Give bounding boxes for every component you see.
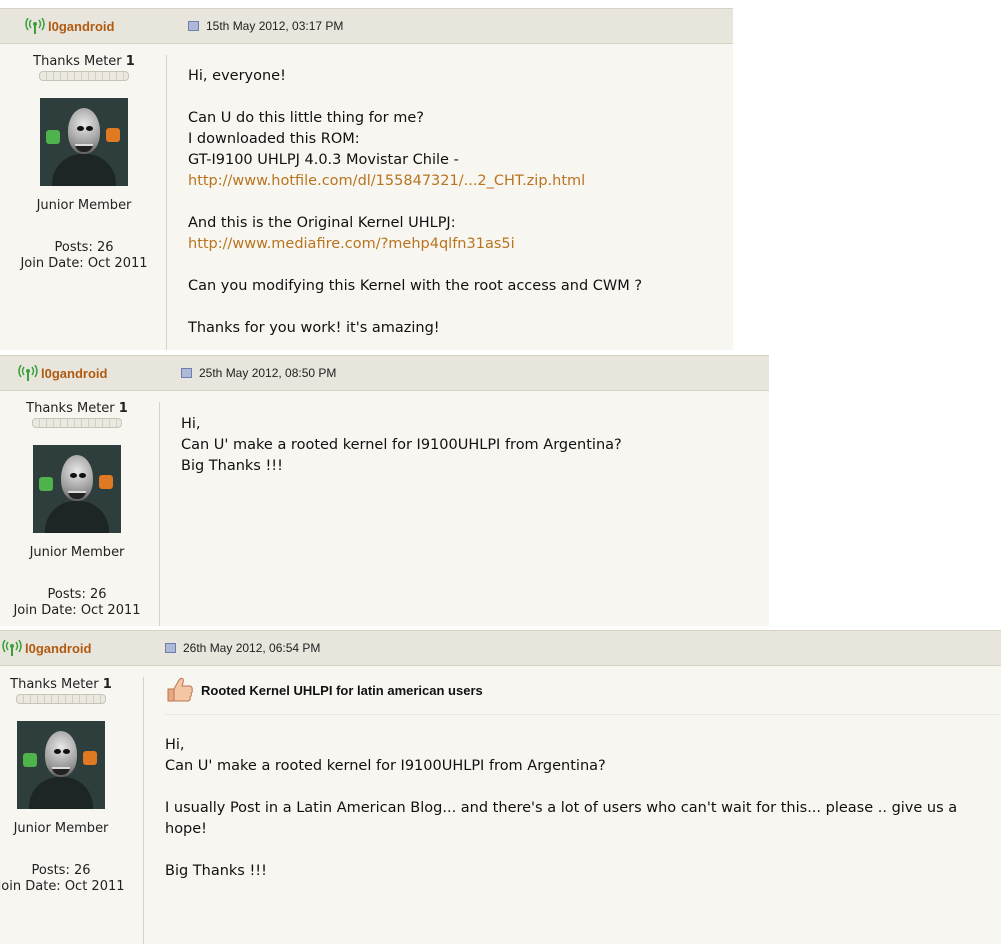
post-text: GT-I9100 UHLPJ 4.0.3 Movistar Chile -	[188, 152, 459, 168]
user-role: Junior Member	[13, 821, 109, 836]
post-date: 26th May 2012, 06:54 PM	[165, 641, 320, 655]
post-text: Can U' make a rooted kernel for I9100UHL…	[181, 437, 622, 453]
avatar[interactable]	[33, 445, 121, 533]
join-date: Join Date: Oct 2011	[20, 256, 148, 271]
username-link[interactable]: l0gandroid	[41, 366, 107, 381]
post-date-text: 26th May 2012, 06:54 PM	[183, 641, 321, 655]
thanks-count: 1	[118, 401, 128, 416]
username-block: l0gandroid	[2, 640, 91, 656]
join-date: Join Date: Oct 2011	[0, 879, 125, 894]
thanks-label: Thanks Meter	[33, 54, 122, 69]
user-role: Junior Member	[29, 545, 125, 560]
username-link[interactable]: l0gandroid	[48, 19, 114, 34]
post-date-text: 25th May 2012, 08:50 PM	[199, 366, 337, 380]
user-stats: Posts: 26 Join Date: Oct 2011	[0, 587, 155, 619]
post-icon	[165, 643, 176, 653]
username-block: l0gandroid	[18, 365, 107, 381]
post-count: Posts: 26	[47, 587, 107, 602]
user-stats: Posts: 26 Join Date: Oct 2011	[6, 240, 162, 272]
post-header: l0gandroid 25th May 2012, 08:50 PM	[0, 355, 769, 391]
divider	[143, 677, 144, 944]
thanks-meter-bar	[32, 418, 122, 428]
forum-post: l0gandroid 26th May 2012, 06:54 PM Thank…	[0, 630, 1001, 944]
username-block: l0gandroid	[25, 18, 114, 34]
post-text: Big Thanks !!!	[181, 458, 283, 474]
post-text: I downloaded this ROM:	[188, 131, 360, 147]
thanks-meter: Thanks Meter 1	[0, 677, 139, 692]
thanks-label: Thanks Meter	[10, 677, 99, 692]
username-link[interactable]: l0gandroid	[25, 641, 91, 656]
post-header: l0gandroid 26th May 2012, 06:54 PM	[0, 630, 1001, 666]
online-status-icon	[18, 365, 38, 381]
thumbs-up-icon	[167, 677, 193, 702]
post-text: Hi, everyone!	[188, 68, 286, 84]
user-role: Junior Member	[36, 198, 132, 213]
post-text: Big Thanks !!!	[165, 863, 267, 879]
post-text: Hi,	[181, 416, 201, 432]
post-text: Can U do this little thing for me?	[188, 110, 424, 126]
kernel-link[interactable]: http://www.mediafire.com/?mehp4qlfn31as5…	[188, 236, 515, 252]
forum-post: l0gandroid 15th May 2012, 03:17 PM Thank…	[0, 8, 733, 350]
join-date: Join Date: Oct 2011	[13, 603, 141, 618]
user-info-panel: Thanks Meter 1 Junior Member Posts: 26 Jo…	[0, 677, 139, 895]
title-divider	[165, 714, 1001, 715]
avatar[interactable]	[40, 98, 128, 186]
thanks-meter: Thanks Meter 1	[6, 54, 162, 69]
thanks-meter: Thanks Meter 1	[0, 401, 155, 416]
thanks-meter-bar	[39, 71, 129, 81]
online-status-icon	[2, 640, 22, 656]
post-header: l0gandroid 15th May 2012, 03:17 PM	[0, 8, 733, 44]
forum-post: l0gandroid 25th May 2012, 08:50 PM Thank…	[0, 355, 769, 626]
post-body: Hi, everyone! Can U do this little thing…	[188, 66, 642, 339]
post-text: Can you modifying this Kernel with the r…	[188, 278, 643, 294]
user-info-panel: Thanks Meter 1 Junior Member Posts: 26 Jo…	[0, 401, 155, 619]
post-date: 25th May 2012, 08:50 PM	[181, 366, 336, 380]
thanks-label: Thanks Meter	[26, 401, 115, 416]
post-body: Hi, Can U' make a rooted kernel for I910…	[165, 735, 1001, 882]
post-count: Posts: 26	[54, 240, 114, 255]
online-status-icon	[25, 18, 45, 34]
divider	[166, 55, 167, 350]
user-info-panel: Thanks Meter 1 Junior Member Posts: 26 Jo…	[6, 54, 162, 272]
post-body: Hi, Can U' make a rooted kernel for I910…	[181, 414, 622, 477]
post-date: 15th May 2012, 03:17 PM	[188, 19, 343, 33]
avatar[interactable]	[17, 721, 105, 809]
post-text: Can U' make a rooted kernel for I9100UHL…	[165, 758, 606, 774]
post-text: Thanks for you work! it's amazing!	[188, 320, 440, 336]
post-icon	[188, 21, 199, 31]
post-title-text: Rooted Kernel UHLPI for latin american u…	[201, 682, 483, 698]
post-text: Hi,	[165, 737, 185, 753]
user-stats: Posts: 26 Join Date: Oct 2011	[0, 863, 139, 895]
post-title: Rooted Kernel UHLPI for latin american u…	[165, 675, 483, 705]
thanks-count: 1	[125, 54, 135, 69]
thanks-count: 1	[102, 677, 112, 692]
post-text: And this is the Original Kernel UHLPJ:	[188, 215, 456, 231]
thanks-meter-bar	[16, 694, 106, 704]
post-text: I usually Post in a Latin American Blog.…	[165, 800, 958, 837]
rom-link[interactable]: http://www.hotfile.com/dl/155847321/...2…	[188, 173, 585, 189]
post-count: Posts: 26	[31, 863, 91, 878]
post-icon	[181, 368, 192, 378]
divider	[159, 402, 160, 626]
post-date-text: 15th May 2012, 03:17 PM	[206, 19, 344, 33]
